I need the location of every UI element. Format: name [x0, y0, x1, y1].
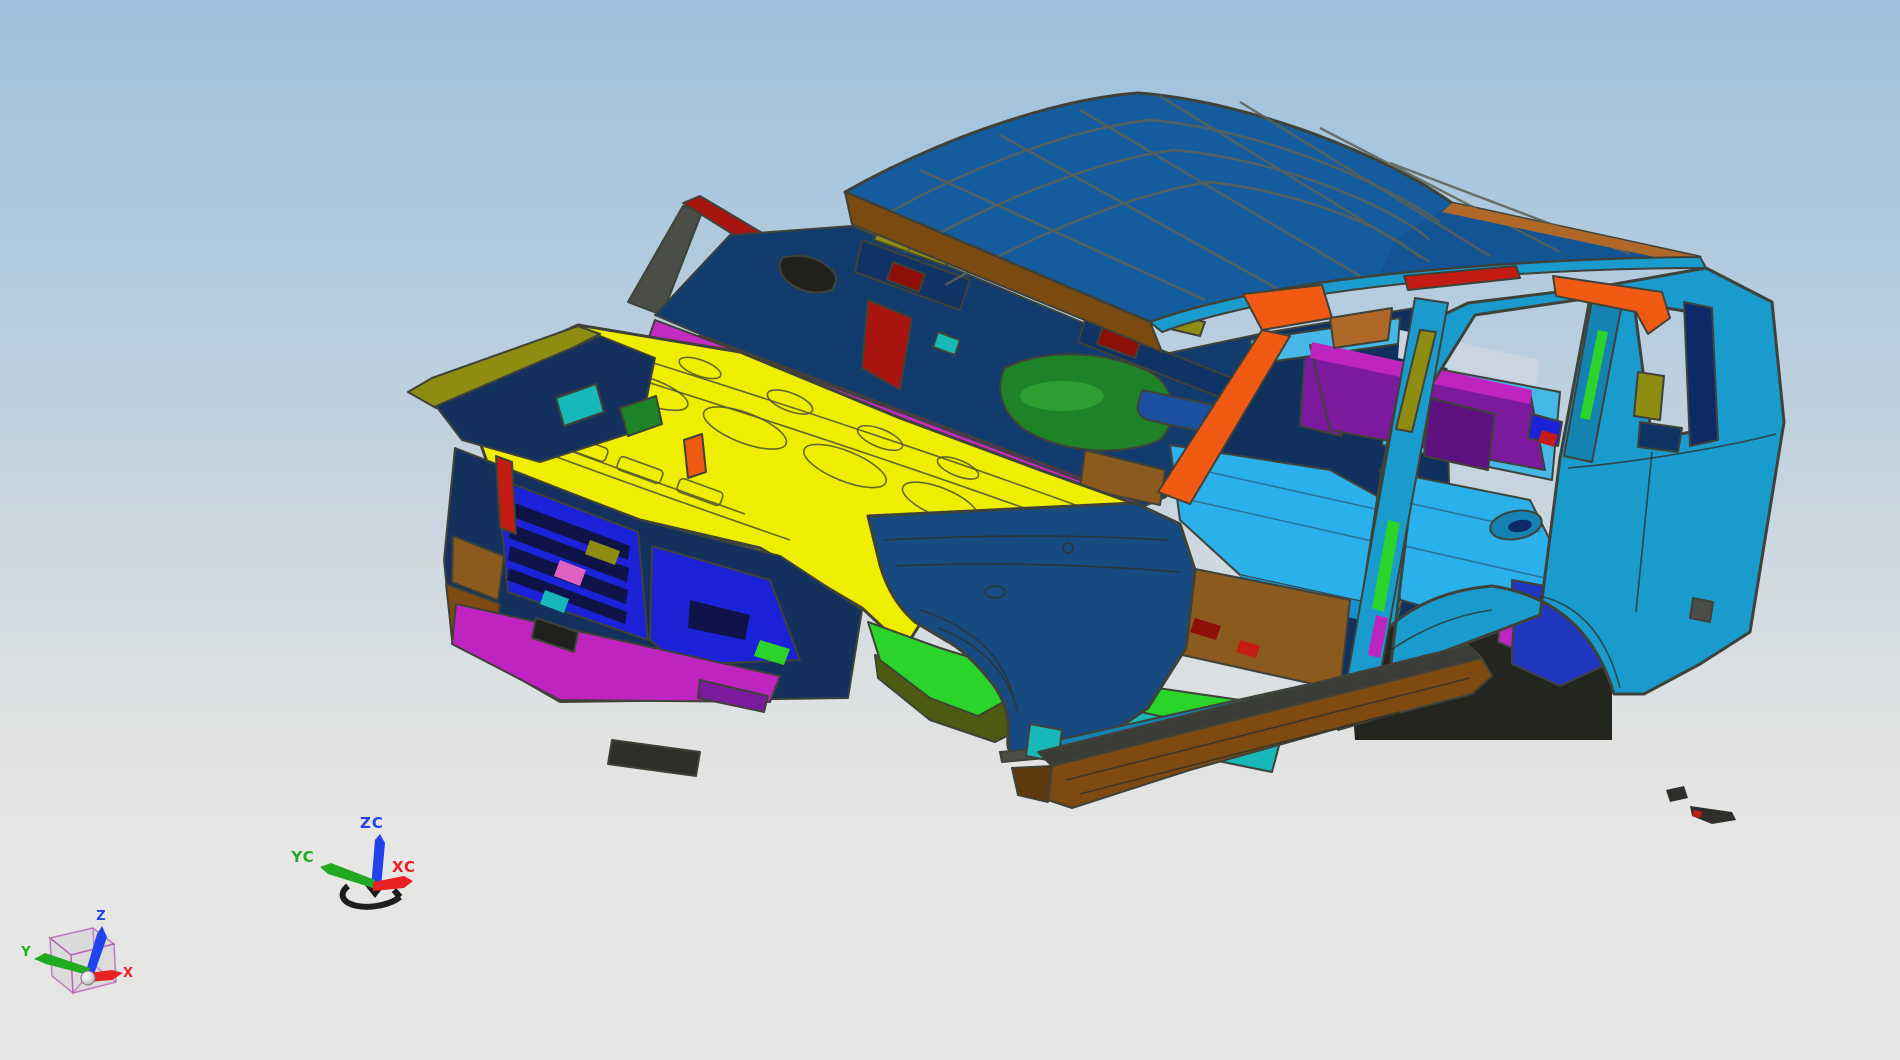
engine-highlight — [1020, 381, 1104, 411]
model-view[interactable]: ZC YC XC Z Y X — [0, 0, 1900, 1060]
xc-axis-label: XC — [392, 858, 416, 876]
origin-ball[interactable] — [80, 970, 96, 986]
y-axis-label: Y — [20, 945, 31, 960]
zc-axis-label: ZC — [360, 814, 384, 832]
pocket-orange-bracket[interactable] — [683, 433, 707, 479]
quarter-window-plate[interactable] — [1633, 371, 1665, 421]
rear-bracket-tab[interactable] — [1689, 597, 1714, 623]
d-pillar-inner[interactable] — [1683, 301, 1719, 447]
cad-graphics-window[interactable]: ZC YC XC Z Y X — [0, 0, 1900, 1060]
yc-axis-label: YC — [290, 848, 314, 866]
x-axis-label: X — [123, 966, 133, 981]
quarter-window-navy-box[interactable] — [1637, 421, 1683, 453]
z-axis-label: Z — [96, 909, 105, 924]
clip-red-sliver[interactable] — [495, 455, 517, 535]
